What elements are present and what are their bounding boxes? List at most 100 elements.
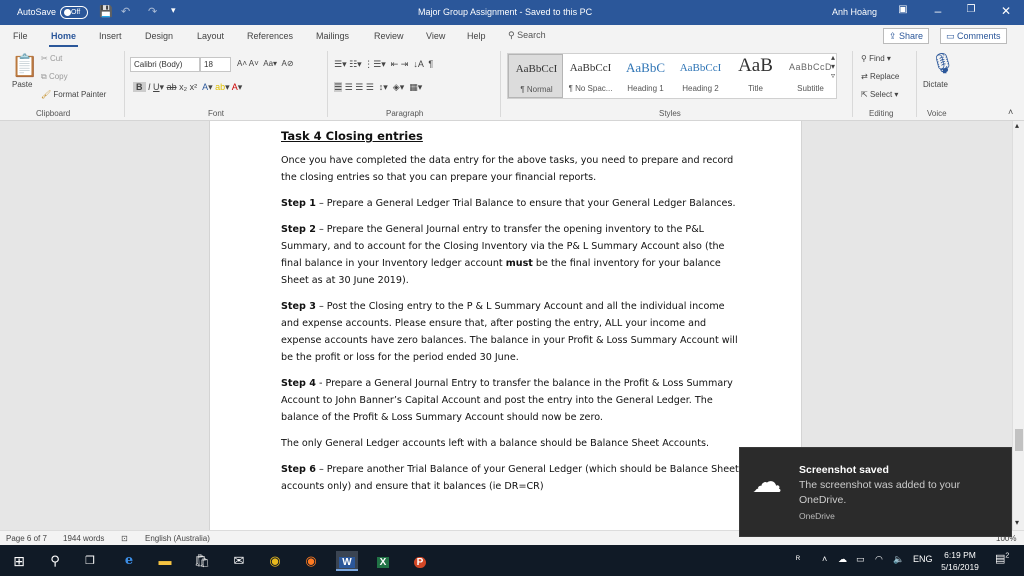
style-heading-1[interactable]: AaBbC Heading 1 (618, 54, 673, 98)
collapse-ribbon-icon[interactable]: ˄ (1008, 107, 1013, 117)
style-title[interactable]: AaB Title (728, 54, 783, 98)
word-taskbar-icon[interactable]: W (336, 551, 358, 571)
replace-label: Replace (869, 72, 900, 81)
minimize-icon[interactable]: – (928, 4, 948, 18)
select-label: Select (869, 90, 893, 99)
step-6-paragraph: Step 6 – Prepare another Trial Balance o… (281, 461, 741, 495)
close-icon[interactable]: ✕ (996, 4, 1016, 18)
share-button[interactable]: ⇪ Share (883, 28, 930, 44)
store-icon[interactable]: 🛍 (191, 551, 213, 571)
firefox-icon[interactable]: ◉ (300, 551, 322, 571)
styles-group-label: Styles (659, 109, 681, 118)
step-label: Step 2 (281, 224, 316, 235)
style-heading-2[interactable]: AaBbCcI Heading 2 (673, 54, 728, 98)
battery-icon[interactable]: ▭ (856, 554, 865, 565)
language-indicator[interactable]: English (Australia) (145, 534, 210, 543)
word-count[interactable]: 1944 words (63, 534, 104, 543)
tray-chevron-icon[interactable]: ˄ (822, 554, 827, 564)
style-preview: AaBbCcI (569, 62, 612, 74)
tab-layout[interactable]: Layout (197, 31, 224, 41)
tab-references[interactable]: References (247, 31, 293, 41)
copy-button[interactable]: ⧉ Copy (41, 72, 68, 82)
tab-design[interactable]: Design (145, 31, 173, 41)
document-page[interactable]: Task 4 Closing entries Once you have com… (209, 121, 802, 530)
tab-mailings[interactable]: Mailings (316, 31, 349, 41)
volume-icon[interactable]: 🔈 (893, 554, 904, 565)
ribbon: 📋 Paste ✂ Cut ⧉ Copy 🖌 Format Painter Cl… (0, 47, 1024, 121)
clock-date: 5/16/2019 (941, 562, 979, 572)
scroll-thumb[interactable] (1015, 429, 1023, 451)
style-name: Title (748, 84, 763, 93)
excel-taskbar-icon[interactable]: X (372, 551, 394, 571)
search-box[interactable]: ⚲ Search (508, 30, 546, 41)
tab-home[interactable]: Home (48, 31, 79, 47)
tab-insert[interactable]: Insert (99, 31, 122, 41)
cloud-icon: ☁ (752, 466, 782, 499)
separator (500, 51, 501, 117)
font-format-buttons[interactable]: B I U▾ ab x₂ x² A▾ ab▾ A▾ (133, 82, 242, 93)
file-explorer-icon[interactable]: ▬ (154, 551, 176, 571)
paste-icon[interactable]: 📋 (11, 53, 38, 79)
search-icon[interactable]: ⚲ (44, 551, 66, 571)
step-1-paragraph: Step 1 – Prepare a General Ledger Trial … (281, 195, 741, 212)
style-no-spacing[interactable]: AaBbCcI ¶ No Spac... (563, 54, 618, 98)
mail-icon[interactable]: ✉ (228, 551, 250, 571)
cut-button[interactable]: ✂ Cut (41, 54, 62, 63)
style-normal[interactable]: AaBbCcI ¶ Normal (508, 54, 563, 98)
replace-button[interactable]: ⇄ Replace (861, 72, 899, 81)
save-icon[interactable]: 💾 (99, 5, 113, 18)
customize-toolbar-icon[interactable]: ▾ (171, 5, 176, 16)
ribbon-display-icon[interactable]: ▣ (893, 4, 913, 15)
font-size-grow-shrink[interactable]: A˄ A˅ Aa▾ A⊘ (237, 59, 294, 68)
taskbar: ⊞ ⚲ ❐ e ▬ 🛍 ✉ ◉ ◉ W X P ᴿ ˄ ☁ ▭ ◠ 🔈 ENG … (0, 545, 1024, 576)
styles-more-icon[interactable]: ▴ ▾ ▿ (831, 53, 835, 80)
tab-help[interactable]: Help (467, 31, 486, 41)
notification-count: 2 (1005, 552, 1010, 560)
tab-view[interactable]: View (426, 31, 445, 41)
share-icon: ⇪ (889, 31, 900, 41)
action-center-icon[interactable]: ▤2 (995, 552, 1009, 565)
windows-start-icon[interactable]: ⊞ (8, 551, 30, 571)
restore-icon[interactable]: ❐ (961, 4, 981, 15)
autosave-toggle[interactable]: Off (60, 6, 88, 19)
editing-group-label: Editing (869, 109, 894, 118)
step-label: Step 4 (281, 378, 316, 389)
select-button[interactable]: ⇱ Select ▾ (861, 90, 898, 99)
format-painter-label: Format Painter (53, 90, 107, 99)
microphone-icon[interactable]: 🎙 (930, 51, 955, 76)
task-view-icon[interactable]: ❐ (79, 551, 101, 571)
powerpoint-taskbar-icon[interactable]: P (409, 551, 431, 571)
document-body[interactable]: Task 4 Closing entries Once you have com… (281, 129, 741, 504)
user-name[interactable]: Anh Hoàng (832, 7, 877, 17)
tab-review[interactable]: Review (374, 31, 404, 41)
comments-button[interactable]: ▭ Comments (940, 28, 1007, 44)
font-name-box[interactable]: Calibri (Body) (130, 57, 200, 72)
redo-icon[interactable]: ↷ (148, 5, 157, 18)
scroll-up-icon[interactable]: ▴ (1015, 121, 1019, 130)
font-size-box[interactable]: 18 (200, 57, 231, 72)
vertical-scrollbar[interactable]: ▴ ▾ (1012, 121, 1024, 530)
onedrive-tray-icon[interactable]: ☁ (838, 554, 847, 565)
edge-icon[interactable]: e (118, 551, 140, 571)
proofing-icon[interactable]: ⊡ (121, 534, 128, 543)
language-tray[interactable]: ENG (913, 554, 933, 564)
undo-icon[interactable]: ↶ (121, 5, 130, 18)
list-buttons[interactable]: ☰▾ ☷▾ ⋮☰▾ ⇤ ⇥ ↓A ¶ (334, 59, 433, 70)
style-subtitle[interactable]: AaBbCcD Subtitle (783, 54, 838, 98)
chrome-icon[interactable]: ◉ (264, 551, 286, 571)
step-label: Step 6 (281, 464, 316, 475)
toast-title: Screenshot saved (799, 464, 889, 476)
clock[interactable]: 6:19 PM 5/16/2019 (940, 549, 980, 573)
find-button[interactable]: ⚲ Find ▾ (861, 54, 891, 63)
page-indicator[interactable]: Page 6 of 7 (6, 534, 47, 543)
notification-toast[interactable]: ☁ Screenshot saved The screenshot was ad… (739, 447, 1012, 537)
style-preview: AaBbC (626, 60, 665, 75)
dictate-button[interactable]: Dictate (923, 80, 948, 89)
wifi-icon[interactable]: ◠ (875, 554, 883, 565)
format-painter-button[interactable]: 🖌 Format Painter (41, 90, 106, 99)
tab-file[interactable]: File (13, 31, 28, 41)
alignment-buttons[interactable]: ☰ ☰ ☰ ☰ ↕▾ ◈▾ ▦▾ (334, 82, 422, 93)
paste-button[interactable]: Paste (12, 80, 32, 89)
people-icon[interactable]: ᴿ (796, 554, 800, 564)
scroll-down-icon[interactable]: ▾ (1015, 518, 1019, 527)
